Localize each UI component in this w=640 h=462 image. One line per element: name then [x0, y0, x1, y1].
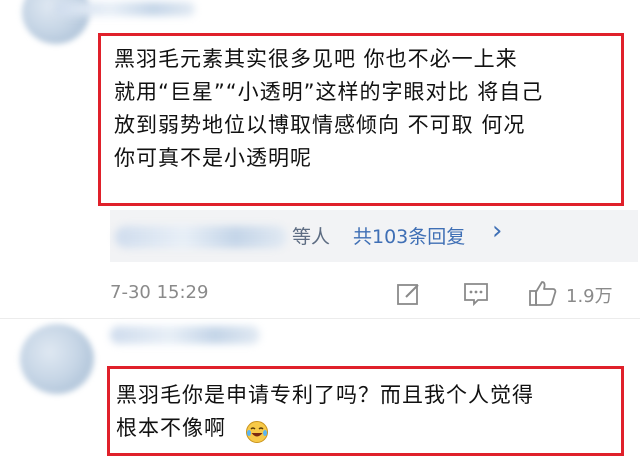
- comment-text: 黑羽毛你是申请专利了吗？而且我个人觉得 根本不像啊: [116, 383, 534, 440]
- chevron-right-icon[interactable]: ›: [492, 216, 502, 246]
- divider: [0, 318, 640, 319]
- reply-count-link[interactable]: 共103条回复: [353, 222, 465, 249]
- avatar[interactable]: [20, 324, 94, 394]
- comment-icon[interactable]: [462, 281, 490, 307]
- username[interactable]: [110, 326, 260, 344]
- like-count: 1.9万: [566, 286, 613, 307]
- replier-names: [115, 226, 287, 248]
- reply-suffix: 等人: [292, 226, 331, 248]
- username[interactable]: [55, 2, 195, 16]
- laughing-crying-emoji: [246, 421, 268, 443]
- timestamp: 7-30 15:29: [110, 282, 209, 303]
- comment-text: 黑羽毛元素其实很多见吧 你也不必一上来 就用“巨星”“小透明”这样的字眼对比 将…: [114, 47, 544, 170]
- edit-icon[interactable]: [396, 281, 422, 307]
- like-icon[interactable]: [528, 279, 558, 307]
